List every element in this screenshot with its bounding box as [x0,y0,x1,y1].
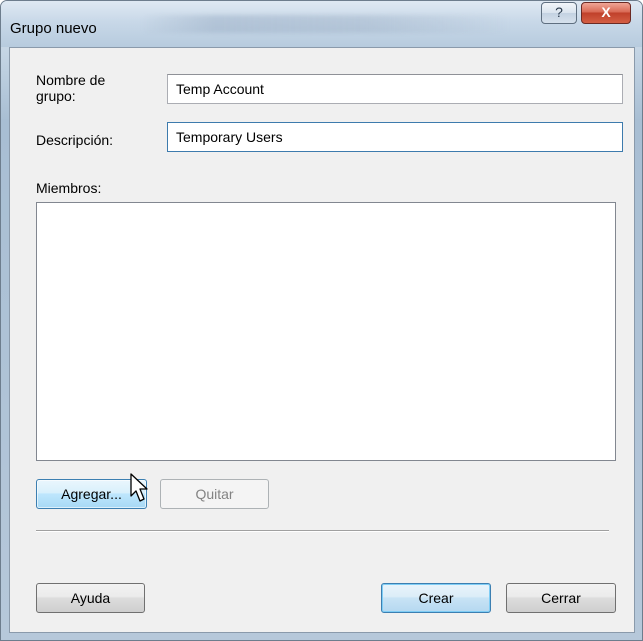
dialog-window: Grupo nuevo ? X Nombre de grupo: Descrip… [0,0,643,641]
close-button[interactable]: Cerrar [506,583,616,613]
remove-member-button[interactable]: Quitar [160,479,269,509]
description-input[interactable] [167,122,623,152]
members-list[interactable] [36,202,616,461]
group-name-label: Nombre de grupo: [36,72,106,104]
help-button[interactable]: Ayuda [36,583,145,613]
create-button[interactable]: Crear [381,583,491,613]
title-bar[interactable]: Grupo nuevo ? X [1,1,642,47]
separator [36,530,609,532]
description-label: Descripción: [36,132,114,148]
mouse-pointer-icon [130,473,148,502]
group-name-input[interactable] [167,74,623,104]
members-label: Miembros: [36,180,102,196]
help-title-button[interactable]: ? [541,2,577,24]
title-bar-background-blur [141,15,511,33]
close-title-button[interactable]: X [581,2,631,24]
help-icon: ? [555,4,563,20]
dialog-client-area: Nombre de grupo: Descripción: Miembros: … [9,47,635,633]
close-icon: X [601,4,611,20]
window-title: Grupo nuevo [10,20,97,37]
